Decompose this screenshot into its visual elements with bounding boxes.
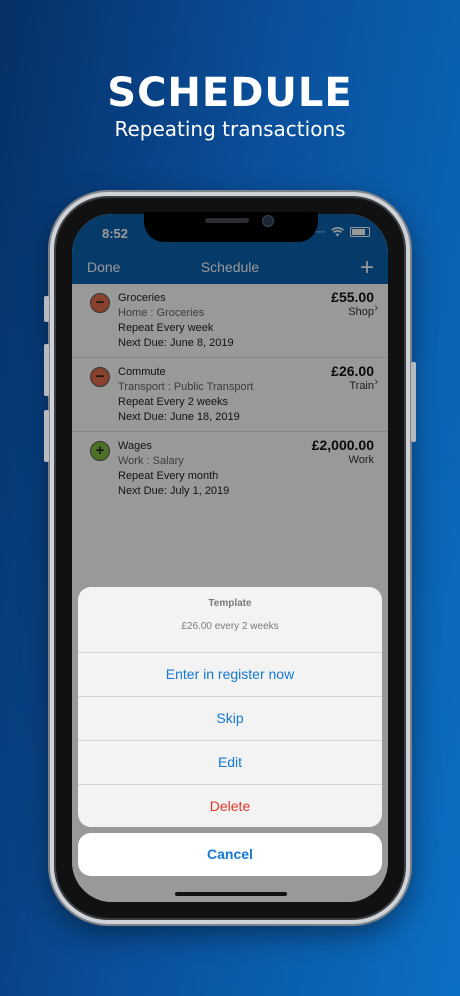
edit-button[interactable]: Edit [78,740,382,784]
notch [144,212,318,242]
home-indicator[interactable] [175,892,287,896]
phone-screen: 8:52 ···· Done Schedule + − Groceries Ho… [72,214,388,902]
speaker-grille [205,218,249,223]
front-camera [262,215,274,227]
enter-in-register-button[interactable]: Enter in register now [78,652,382,696]
power-button [411,362,416,442]
delete-button[interactable]: Delete [78,784,382,827]
silent-switch [44,296,49,322]
cancel-button[interactable]: Cancel [78,833,382,876]
volume-up-button [44,344,49,396]
promo-subtitle: Repeating transactions [114,117,346,141]
action-sheet-message: £26.00 every 2 weeks [181,621,279,632]
skip-button[interactable]: Skip [78,696,382,740]
promo-title: SCHEDULE [107,70,353,116]
action-sheet: Template £26.00 every 2 weeks Enter in r… [78,587,382,827]
action-sheet-title: Template [208,598,252,609]
volume-down-button [44,410,49,462]
